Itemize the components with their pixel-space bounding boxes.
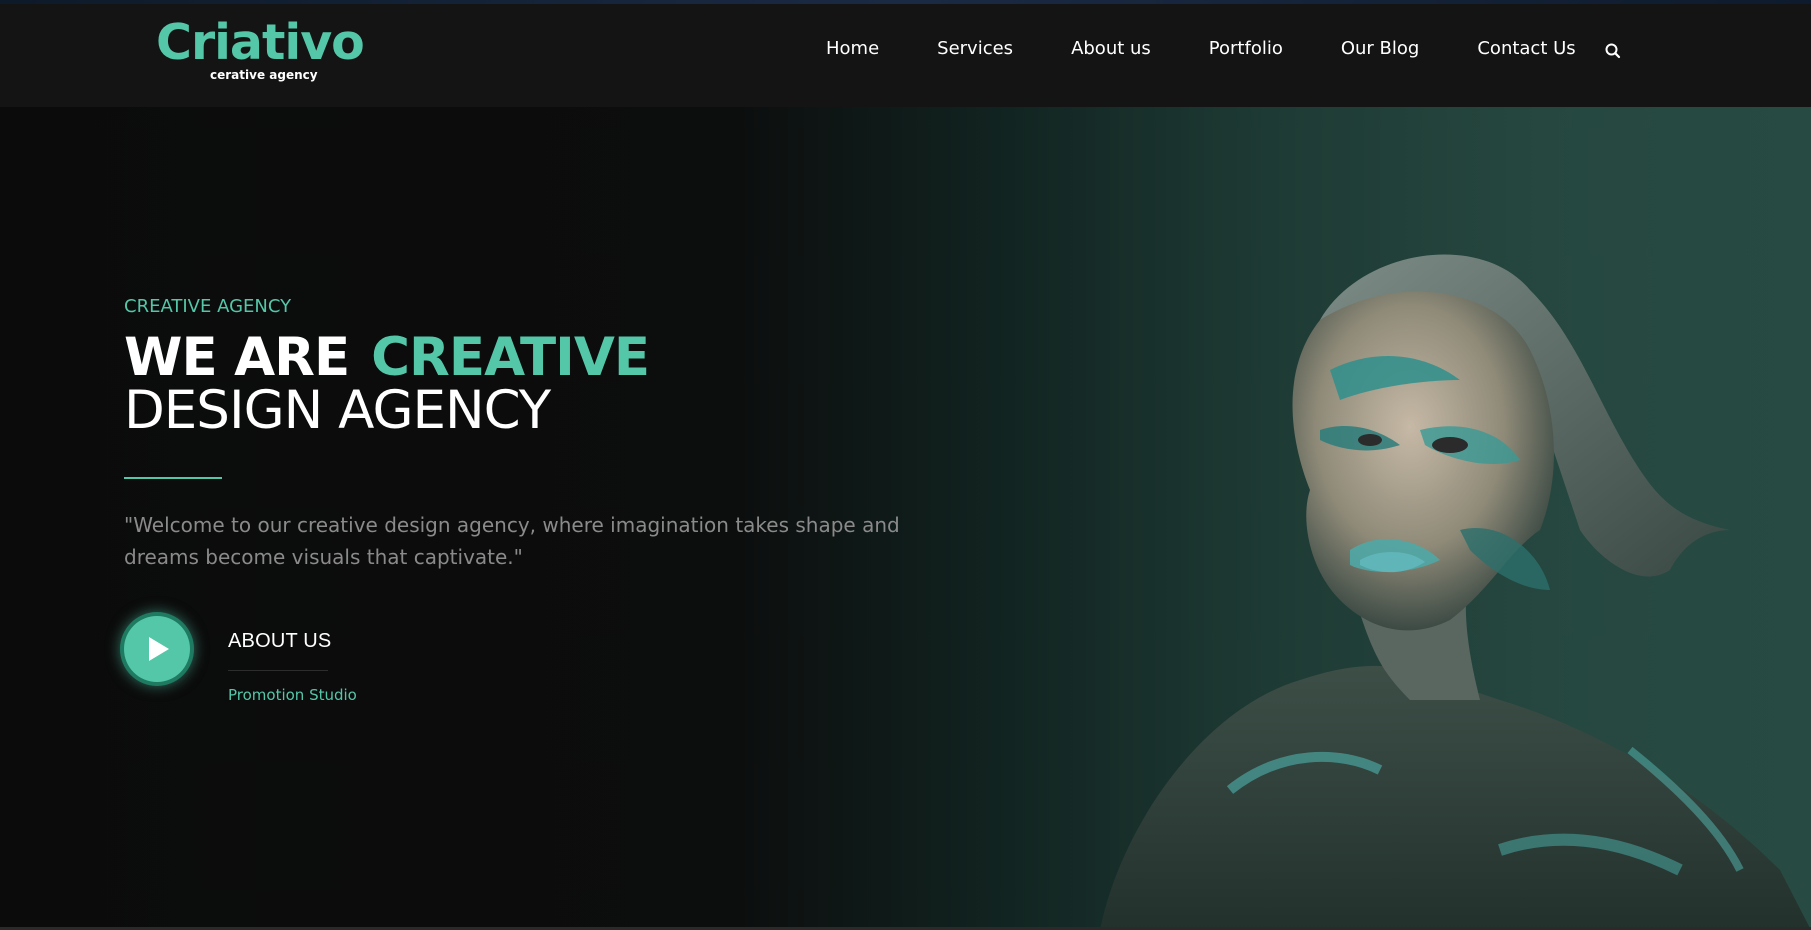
logo-tagline: cerative agency (210, 68, 318, 82)
play-icon (149, 637, 169, 661)
about-us-cta: ABOUT US Promotion Studio (124, 616, 524, 716)
nav-item-portfolio[interactable]: Portfolio (1209, 34, 1283, 64)
nav-item-home[interactable]: Home (826, 34, 879, 64)
nav-menu: Home Services About us Portfolio Our Blo… (826, 34, 1634, 64)
navbar: Criativo cerative agency Home Services A… (0, 4, 1811, 107)
cta-divider (228, 670, 328, 671)
nav-item-about-us[interactable]: About us (1071, 34, 1151, 64)
promotion-studio-link[interactable]: Promotion Studio (228, 686, 357, 704)
nav-item-contact-us[interactable]: Contact Us (1477, 34, 1575, 64)
logo[interactable]: Criativo cerative agency (156, 14, 365, 94)
hero-intro: "Welcome to our creative design agency, … (124, 513, 900, 569)
hero-headline: WE ARE CREATIVE DESIGN AGENCY (124, 331, 1024, 437)
headline-accent: CREATIVE (371, 327, 650, 388)
play-button[interactable] (124, 616, 190, 682)
search-icon[interactable] (1604, 42, 1622, 60)
nav-item-our-blog[interactable]: Our Blog (1341, 34, 1420, 64)
nav-item-services[interactable]: Services (937, 34, 1013, 64)
page: Criativo cerative agency Home Services A… (0, 0, 1811, 930)
headline-part1: WE ARE (124, 327, 350, 388)
headline-line2: DESIGN AGENCY (124, 380, 551, 441)
hero-eyebrow: CREATIVE AGENCY (124, 296, 292, 317)
hero-divider (124, 477, 222, 479)
hero-section: CREATIVE AGENCY WE ARE CREATIVE DESIGN AG… (124, 290, 1024, 593)
portrait-image (1080, 230, 1811, 930)
logo-title[interactable]: Criativo (156, 14, 365, 72)
about-us-link[interactable]: ABOUT US (228, 630, 331, 653)
